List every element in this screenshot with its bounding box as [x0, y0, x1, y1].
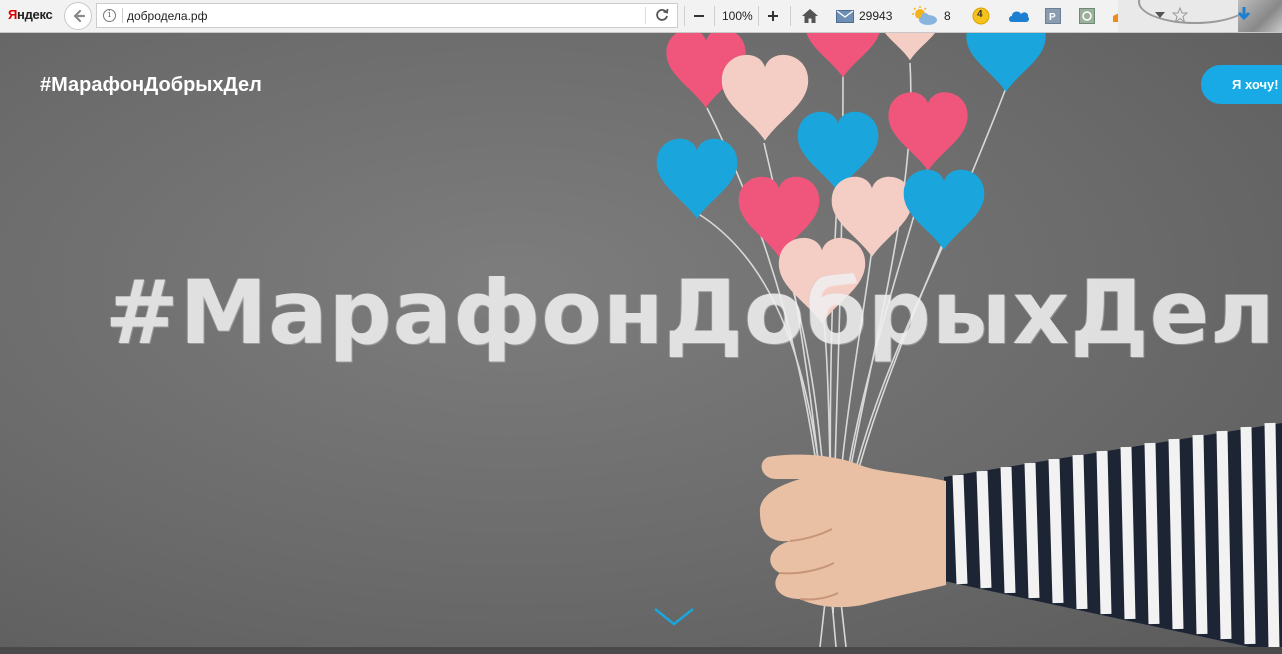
bookmark-star-icon[interactable] — [1172, 7, 1188, 23]
browser-logo-rest: ндекс — [17, 7, 53, 22]
browser-toolbar: Яндекс i 100% 29943 — [0, 0, 1282, 33]
zoom-level[interactable]: 100% — [722, 0, 753, 32]
disk-button[interactable] — [1008, 0, 1030, 32]
heart-balloon — [721, 54, 809, 141]
weather-sun-cloud-icon — [912, 6, 937, 25]
toolbar-divider — [758, 6, 759, 26]
back-arrow-icon — [73, 9, 86, 23]
heart-balloon — [903, 169, 985, 250]
zoom-out-button[interactable] — [692, 0, 708, 32]
mail-widget[interactable]: 29943 — [836, 0, 892, 32]
cloud-disk-icon — [1009, 11, 1030, 22]
toolbar-divider — [684, 6, 685, 26]
download-icon[interactable] — [1236, 6, 1252, 24]
mail-icon — [836, 9, 854, 23]
hand — [759, 454, 946, 608]
toolbar-background-image — [1118, 0, 1282, 32]
scroll-down-chevron-icon[interactable] — [652, 606, 696, 628]
heart-balloon — [656, 138, 738, 219]
heart-balloon — [797, 111, 879, 192]
camera-icon — [1079, 8, 1095, 24]
want-to-help-button[interactable]: Я хочу! — [1201, 65, 1282, 104]
weather-temp: 8 — [944, 9, 951, 23]
striped-sleeve — [944, 422, 1282, 654]
hero-banner: #МарафонДобрыхДел #МарафонДобрыхДел Я хо… — [0, 33, 1282, 654]
heart-balloon — [805, 33, 881, 78]
plus-icon — [768, 11, 778, 21]
minus-icon — [694, 15, 704, 17]
address-bar: i — [96, 3, 678, 28]
mail-count: 29943 — [859, 9, 893, 23]
svg-text:P: P — [1049, 12, 1056, 23]
traffic-widget[interactable]: 4 — [972, 0, 990, 32]
address-divider — [122, 8, 123, 23]
back-button[interactable] — [64, 2, 92, 30]
traffic-level: 4 — [977, 9, 983, 20]
extension-button[interactable] — [1079, 0, 1095, 32]
browser-logo[interactable]: Яндекс — [8, 7, 53, 22]
weather-widget[interactable]: 8 — [910, 0, 951, 32]
toolbar-divider — [790, 6, 791, 26]
site-info-icon[interactable]: i — [103, 9, 116, 22]
heart-balloon — [877, 33, 943, 61]
address-divider-2 — [645, 7, 646, 24]
hero-chalk-text: #МарафонДобрыхДел — [105, 261, 1276, 364]
url-input[interactable] — [127, 7, 637, 24]
page-bottom-edge — [0, 647, 1282, 654]
reload-icon[interactable] — [653, 6, 671, 24]
menu-arrow-icon[interactable] — [1154, 10, 1166, 20]
zoom-in-button[interactable] — [766, 0, 782, 32]
site-title[interactable]: #МарафонДобрыхДел — [40, 74, 262, 97]
parking-icon: P — [1045, 8, 1061, 24]
heart-balloon — [888, 92, 968, 171]
heart-balloon — [966, 33, 1046, 92]
browser-logo-letter: Я — [8, 7, 18, 22]
home-icon — [802, 9, 818, 23]
home-button[interactable] — [801, 0, 819, 32]
toolbar-divider — [714, 6, 715, 26]
extension-button[interactable]: P — [1045, 0, 1061, 32]
